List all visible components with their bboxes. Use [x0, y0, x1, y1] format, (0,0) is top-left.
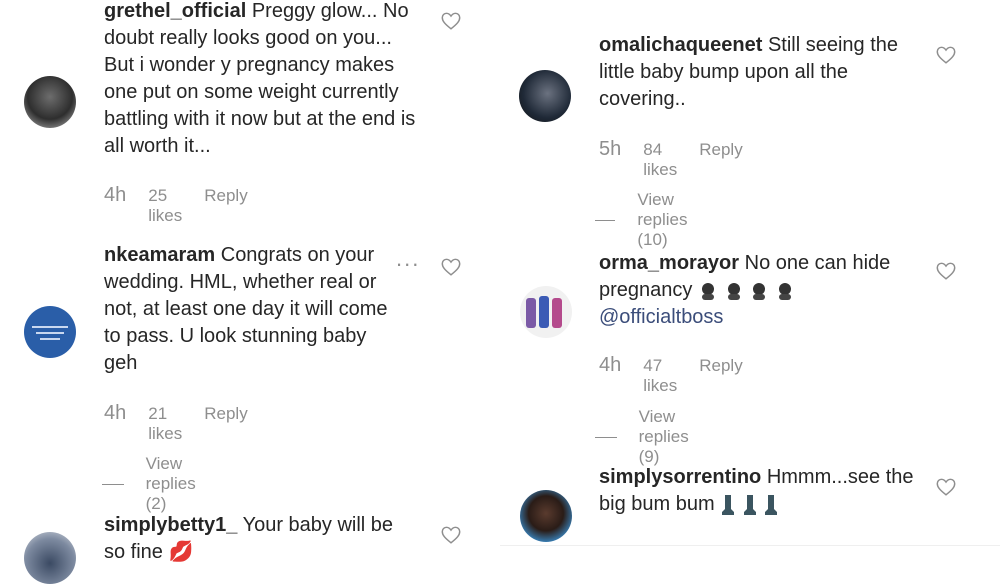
- divider-line: [595, 219, 616, 221]
- comment-username[interactable]: simplybetty1_: [104, 514, 237, 536]
- boot-emoji: [722, 494, 735, 515]
- comment-text: nkeamaram Congrats on your wedding. HML,…: [104, 242, 404, 377]
- comment-likes[interactable]: 47 likes: [643, 356, 677, 396]
- avatar-photo-icon: [526, 296, 562, 328]
- heart-outline-icon[interactable]: [440, 524, 462, 546]
- more-options-button[interactable]: ...: [396, 246, 420, 272]
- avatar-logo-icon: [32, 326, 68, 340]
- comments-column-right: omalichaqueenet Still seeing the little …: [500, 0, 1000, 562]
- view-replies-label: View replies (9): [638, 407, 689, 466]
- boot-emoji: [765, 494, 778, 515]
- comment-time: 4h: [599, 354, 622, 376]
- view-replies-button[interactable]: View replies (10): [595, 190, 705, 250]
- heart-outline-icon[interactable]: [935, 260, 957, 282]
- avatar[interactable]: [24, 532, 76, 584]
- emoji-group: [698, 279, 795, 301]
- reply-button[interactable]: Reply: [699, 356, 742, 376]
- reply-button[interactable]: Reply: [204, 186, 247, 206]
- view-replies-label: View replies (2): [145, 454, 196, 513]
- comment-text: omalichaqueenet Still seeing the little …: [599, 32, 919, 113]
- comment-likes[interactable]: 25 likes: [148, 186, 182, 226]
- user-mention-link[interactable]: @officialtboss: [599, 306, 723, 328]
- divider-line: [102, 483, 124, 485]
- avatar[interactable]: [519, 70, 571, 122]
- comment-likes[interactable]: 21 likes: [148, 404, 182, 444]
- view-replies-label: View replies (10): [637, 190, 688, 249]
- avatar[interactable]: [24, 76, 76, 128]
- heart-outline-icon[interactable]: [935, 476, 957, 498]
- comment-time: 4h: [104, 184, 127, 206]
- comment-time: 5h: [599, 138, 622, 160]
- comment-meta: 4h 25 likes Reply: [104, 184, 248, 226]
- comment-body: Preggy glow... No doubt really looks goo…: [104, 0, 416, 157]
- comment-meta: 4h 47 likes Reply: [599, 354, 743, 396]
- comments-column-left: grethel_official Preggy glow... No doubt…: [0, 0, 480, 584]
- comment-text: simplysorrentino Hmmm...see the big bum …: [599, 464, 919, 518]
- view-replies-button[interactable]: View replies (9): [595, 407, 705, 467]
- face-emoji: [753, 282, 766, 300]
- boot-emoji: [743, 494, 756, 515]
- reply-button[interactable]: Reply: [699, 140, 742, 160]
- face-emoji: [701, 282, 714, 300]
- view-replies-button[interactable]: View replies (2): [102, 454, 212, 514]
- heart-outline-icon[interactable]: [935, 44, 957, 66]
- comment-username[interactable]: omalichaqueenet: [599, 34, 762, 56]
- section-divider: [500, 545, 1000, 546]
- reply-button[interactable]: Reply: [204, 404, 247, 424]
- heart-outline-icon[interactable]: [440, 10, 462, 32]
- comment-text: orma_morayor No one can hide pregnancy @…: [599, 250, 919, 331]
- comment-meta: 4h 21 likes Reply: [104, 402, 248, 444]
- face-emoji: [727, 282, 740, 300]
- divider-line: [595, 436, 617, 438]
- avatar[interactable]: [24, 306, 76, 358]
- comment-username[interactable]: simplysorrentino: [599, 466, 761, 488]
- comment-username[interactable]: nkeamaram: [104, 244, 215, 266]
- comment-username[interactable]: grethel_official: [104, 0, 246, 22]
- emoji-group: [720, 493, 779, 515]
- comment-time: 4h: [104, 402, 127, 424]
- comment-meta: 5h 84 likes Reply: [599, 138, 743, 180]
- avatar[interactable]: [520, 490, 572, 542]
- heart-outline-icon[interactable]: [440, 256, 462, 278]
- avatar[interactable]: [520, 286, 572, 338]
- comment-text: simplybetty1_ Your baby will be so fine …: [104, 512, 414, 566]
- comment-likes[interactable]: 84 likes: [643, 140, 677, 180]
- comment-text: grethel_official Preggy glow... No doubt…: [104, 0, 422, 160]
- face-emoji: [778, 282, 791, 300]
- comment-username[interactable]: orma_morayor: [599, 252, 739, 274]
